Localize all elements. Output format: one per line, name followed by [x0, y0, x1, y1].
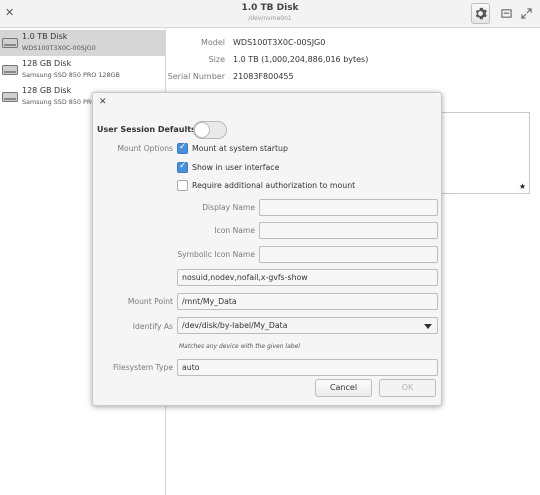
show-in-ui-checkbox[interactable] [177, 161, 188, 173]
size-label: Size [208, 55, 225, 64]
mount-at-startup-label: Mount at system startup [192, 144, 288, 153]
chevron-down-icon [424, 324, 432, 329]
mount-options-string-input[interactable]: nosuid,nodev,nofail,x-gvfs-show [177, 269, 438, 286]
disk-name: 128 GB Disk [22, 86, 72, 95]
star-icon: ★ [518, 182, 526, 191]
icon-name-input[interactable] [259, 222, 438, 239]
show-in-ui-label: Show in user interface [192, 163, 280, 172]
hard-disk-icon [2, 65, 18, 75]
disk-name: 1.0 TB Disk [22, 32, 68, 41]
filesystem-type-value: auto [182, 363, 200, 372]
model-label: Model [200, 38, 225, 47]
serial-number-value: 21083F800455 [233, 72, 294, 81]
header-bar: ✕ 1.0 TB Disk /dev/nvme0n1 [0, 0, 540, 28]
symbolic-icon-name-label: Symbolic Icon Name [177, 250, 255, 259]
ok-button[interactable]: OK [379, 379, 436, 397]
disk-model: WDS100T3X0C-00SJG0 [22, 44, 96, 52]
symbolic-icon-name-input[interactable] [259, 246, 438, 263]
disk-image-icon[interactable] [500, 7, 512, 19]
disk-name: 128 GB Disk [22, 59, 72, 68]
model-value: WDS100T3X0C-00SJG0 [233, 38, 326, 47]
window-subtitle: /dev/nvme0n1 [248, 15, 292, 22]
cancel-button[interactable]: Cancel [315, 379, 372, 397]
serial-number-label: Serial Number [167, 72, 225, 81]
mount-options-label: Mount Options [117, 144, 173, 153]
close-dialog-icon[interactable]: ✕ [99, 97, 107, 107]
mount-options-dialog: ✕ User Session Defaults Mount Options Mo… [92, 92, 442, 406]
toggle-knob [194, 122, 210, 138]
filesystem-type-input[interactable]: auto [177, 359, 438, 376]
expand-icon[interactable] [520, 7, 532, 19]
mount-options-string: nosuid,nodev,nofail,x-gvfs-show [182, 273, 308, 282]
identify-as-value: /dev/disk/by-label/My_Data [182, 321, 288, 330]
hard-disk-icon [2, 38, 18, 48]
icon-name-label: Icon Name [214, 226, 255, 235]
mount-at-startup-checkbox[interactable] [177, 142, 188, 154]
identify-as-select[interactable]: /dev/disk/by-label/My_Data [177, 317, 438, 334]
user-session-defaults-toggle[interactable] [193, 121, 227, 139]
filesystem-type-label: Filesystem Type [112, 363, 173, 372]
size-value: 1.0 TB (1,000,204,886,016 bytes) [233, 55, 369, 64]
hard-disk-icon [2, 92, 18, 102]
require-auth-checkbox[interactable] [177, 180, 188, 191]
gear-icon[interactable] [471, 3, 490, 24]
identify-as-label: Identify As [132, 322, 173, 331]
window-title: 1.0 TB Disk [241, 3, 299, 13]
user-session-defaults-label: User Session Defaults [97, 125, 196, 134]
mount-point-label: Mount Point [127, 297, 173, 306]
display-name-input[interactable] [259, 199, 438, 216]
mount-point-input[interactable]: /mnt/My_Data [177, 293, 438, 310]
identify-as-hint: Matches any device with the given label [179, 343, 300, 350]
mount-point-value: /mnt/My_Data [182, 297, 237, 306]
require-auth-label: Require additional authorization to moun… [192, 181, 356, 190]
display-name-label: Display Name [202, 203, 255, 212]
disk-model: Samsung SSD 850 PRO 128GB [22, 71, 120, 79]
